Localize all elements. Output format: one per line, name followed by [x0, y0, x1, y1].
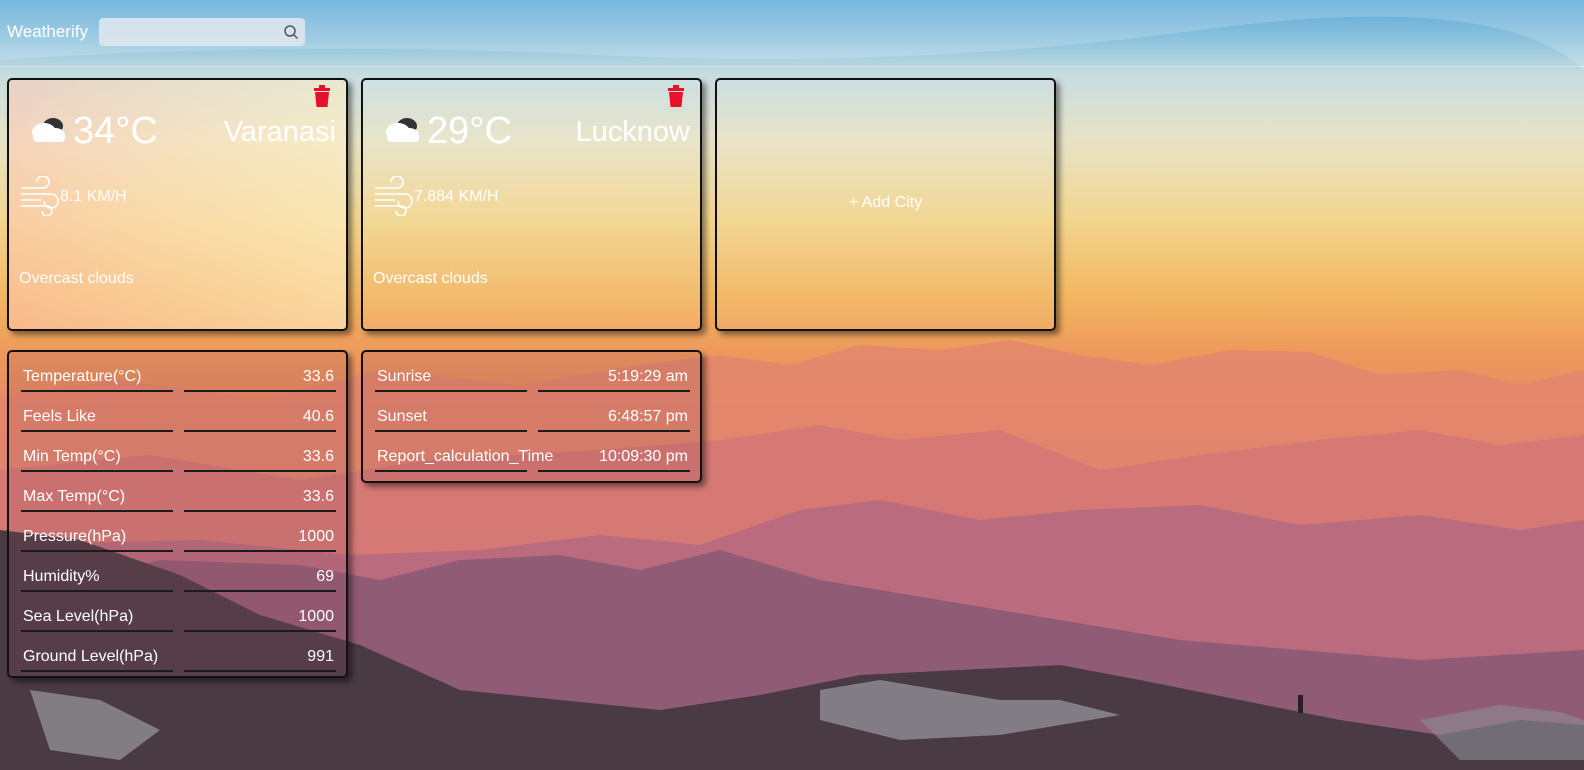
add-city-button[interactable]: + Add City	[717, 194, 1054, 212]
detail-value: 69	[184, 562, 336, 592]
detail-label: Pressure(hPa)	[21, 522, 173, 552]
detail-value: 40.6	[184, 402, 336, 432]
wind-icon	[19, 175, 61, 217]
brand-title: Weatherify	[7, 22, 88, 41]
time-row: Report_calculation_Time 10:09:30 pm	[375, 442, 690, 472]
detail-value: 1000	[184, 522, 336, 552]
detail-label: Temperature(°C)	[21, 362, 173, 392]
time-row: Sunset 6:48:57 pm	[375, 402, 690, 432]
time-value: 10:09:30 pm	[538, 442, 690, 472]
weather-details-panel: Temperature(°C) 33.6 Feels Like 40.6 Min T…	[7, 350, 348, 678]
header: Weatherify	[0, 0, 1584, 66]
detail-row: Ground Level(hPa) 991	[21, 642, 336, 672]
detail-value: 33.6	[184, 482, 336, 512]
detail-label: Humidity%	[21, 562, 173, 592]
time-row: Sunrise 5:19:29 am	[375, 362, 690, 392]
detail-value: 1000	[184, 602, 336, 632]
detail-label: Sea Level(hPa)	[21, 602, 173, 632]
time-label: Sunset	[375, 402, 527, 432]
city-name: Varanasi	[223, 116, 336, 148]
time-label: Sunrise	[375, 362, 527, 392]
detail-label: Max Temp(°C)	[21, 482, 173, 512]
trash-icon[interactable]	[666, 85, 686, 107]
add-city-card[interactable]: + Add City	[715, 78, 1056, 331]
temperature: 34°C	[73, 110, 158, 152]
trash-icon[interactable]	[312, 85, 332, 107]
detail-value: 33.6	[184, 362, 336, 392]
detail-row: Feels Like 40.6	[21, 402, 336, 432]
temperature: 29°C	[427, 110, 512, 152]
detail-row: Temperature(°C) 33.6	[21, 362, 336, 392]
detail-label: Feels Like	[21, 402, 173, 432]
cloud-icon	[27, 114, 69, 144]
time-value: 6:48:57 pm	[538, 402, 690, 432]
sun-times-panel: Sunrise 5:19:29 am Sunset 6:48:57 pm Repor…	[361, 350, 702, 483]
search-input[interactable]	[99, 18, 279, 46]
weather-description: Overcast clouds	[19, 270, 134, 287]
detail-row: Min Temp(°C) 33.6	[21, 442, 336, 472]
weather-description: Overcast clouds	[373, 270, 488, 287]
cloud-icon	[381, 114, 423, 144]
time-label: Report_calculation_Time	[375, 442, 553, 472]
time-value: 5:19:29 am	[538, 362, 690, 392]
search-box[interactable]	[99, 18, 305, 46]
detail-row: Pressure(hPa) 1000	[21, 522, 336, 552]
header-divider	[0, 66, 1584, 67]
wind-icon	[373, 175, 415, 217]
city-card-lucknow: 29°C Lucknow 7.884 KM/H Overcast clouds	[361, 78, 702, 331]
city-name: Lucknow	[575, 116, 690, 148]
wind-speed: 8.1 KM/H	[60, 188, 127, 205]
city-card-varanasi: 34°C Varanasi 8.1 KM/H Overcast clouds	[7, 78, 348, 331]
detail-row: Humidity% 69	[21, 562, 336, 592]
search-icon[interactable]	[283, 24, 299, 40]
wind-speed: 7.884 KM/H	[414, 188, 499, 205]
detail-row: Max Temp(°C) 33.6	[21, 482, 336, 512]
detail-label: Min Temp(°C)	[21, 442, 173, 472]
detail-value: 991	[184, 642, 336, 672]
detail-value: 33.6	[184, 442, 336, 472]
detail-label: Ground Level(hPa)	[21, 642, 173, 672]
detail-row: Sea Level(hPa) 1000	[21, 602, 336, 632]
